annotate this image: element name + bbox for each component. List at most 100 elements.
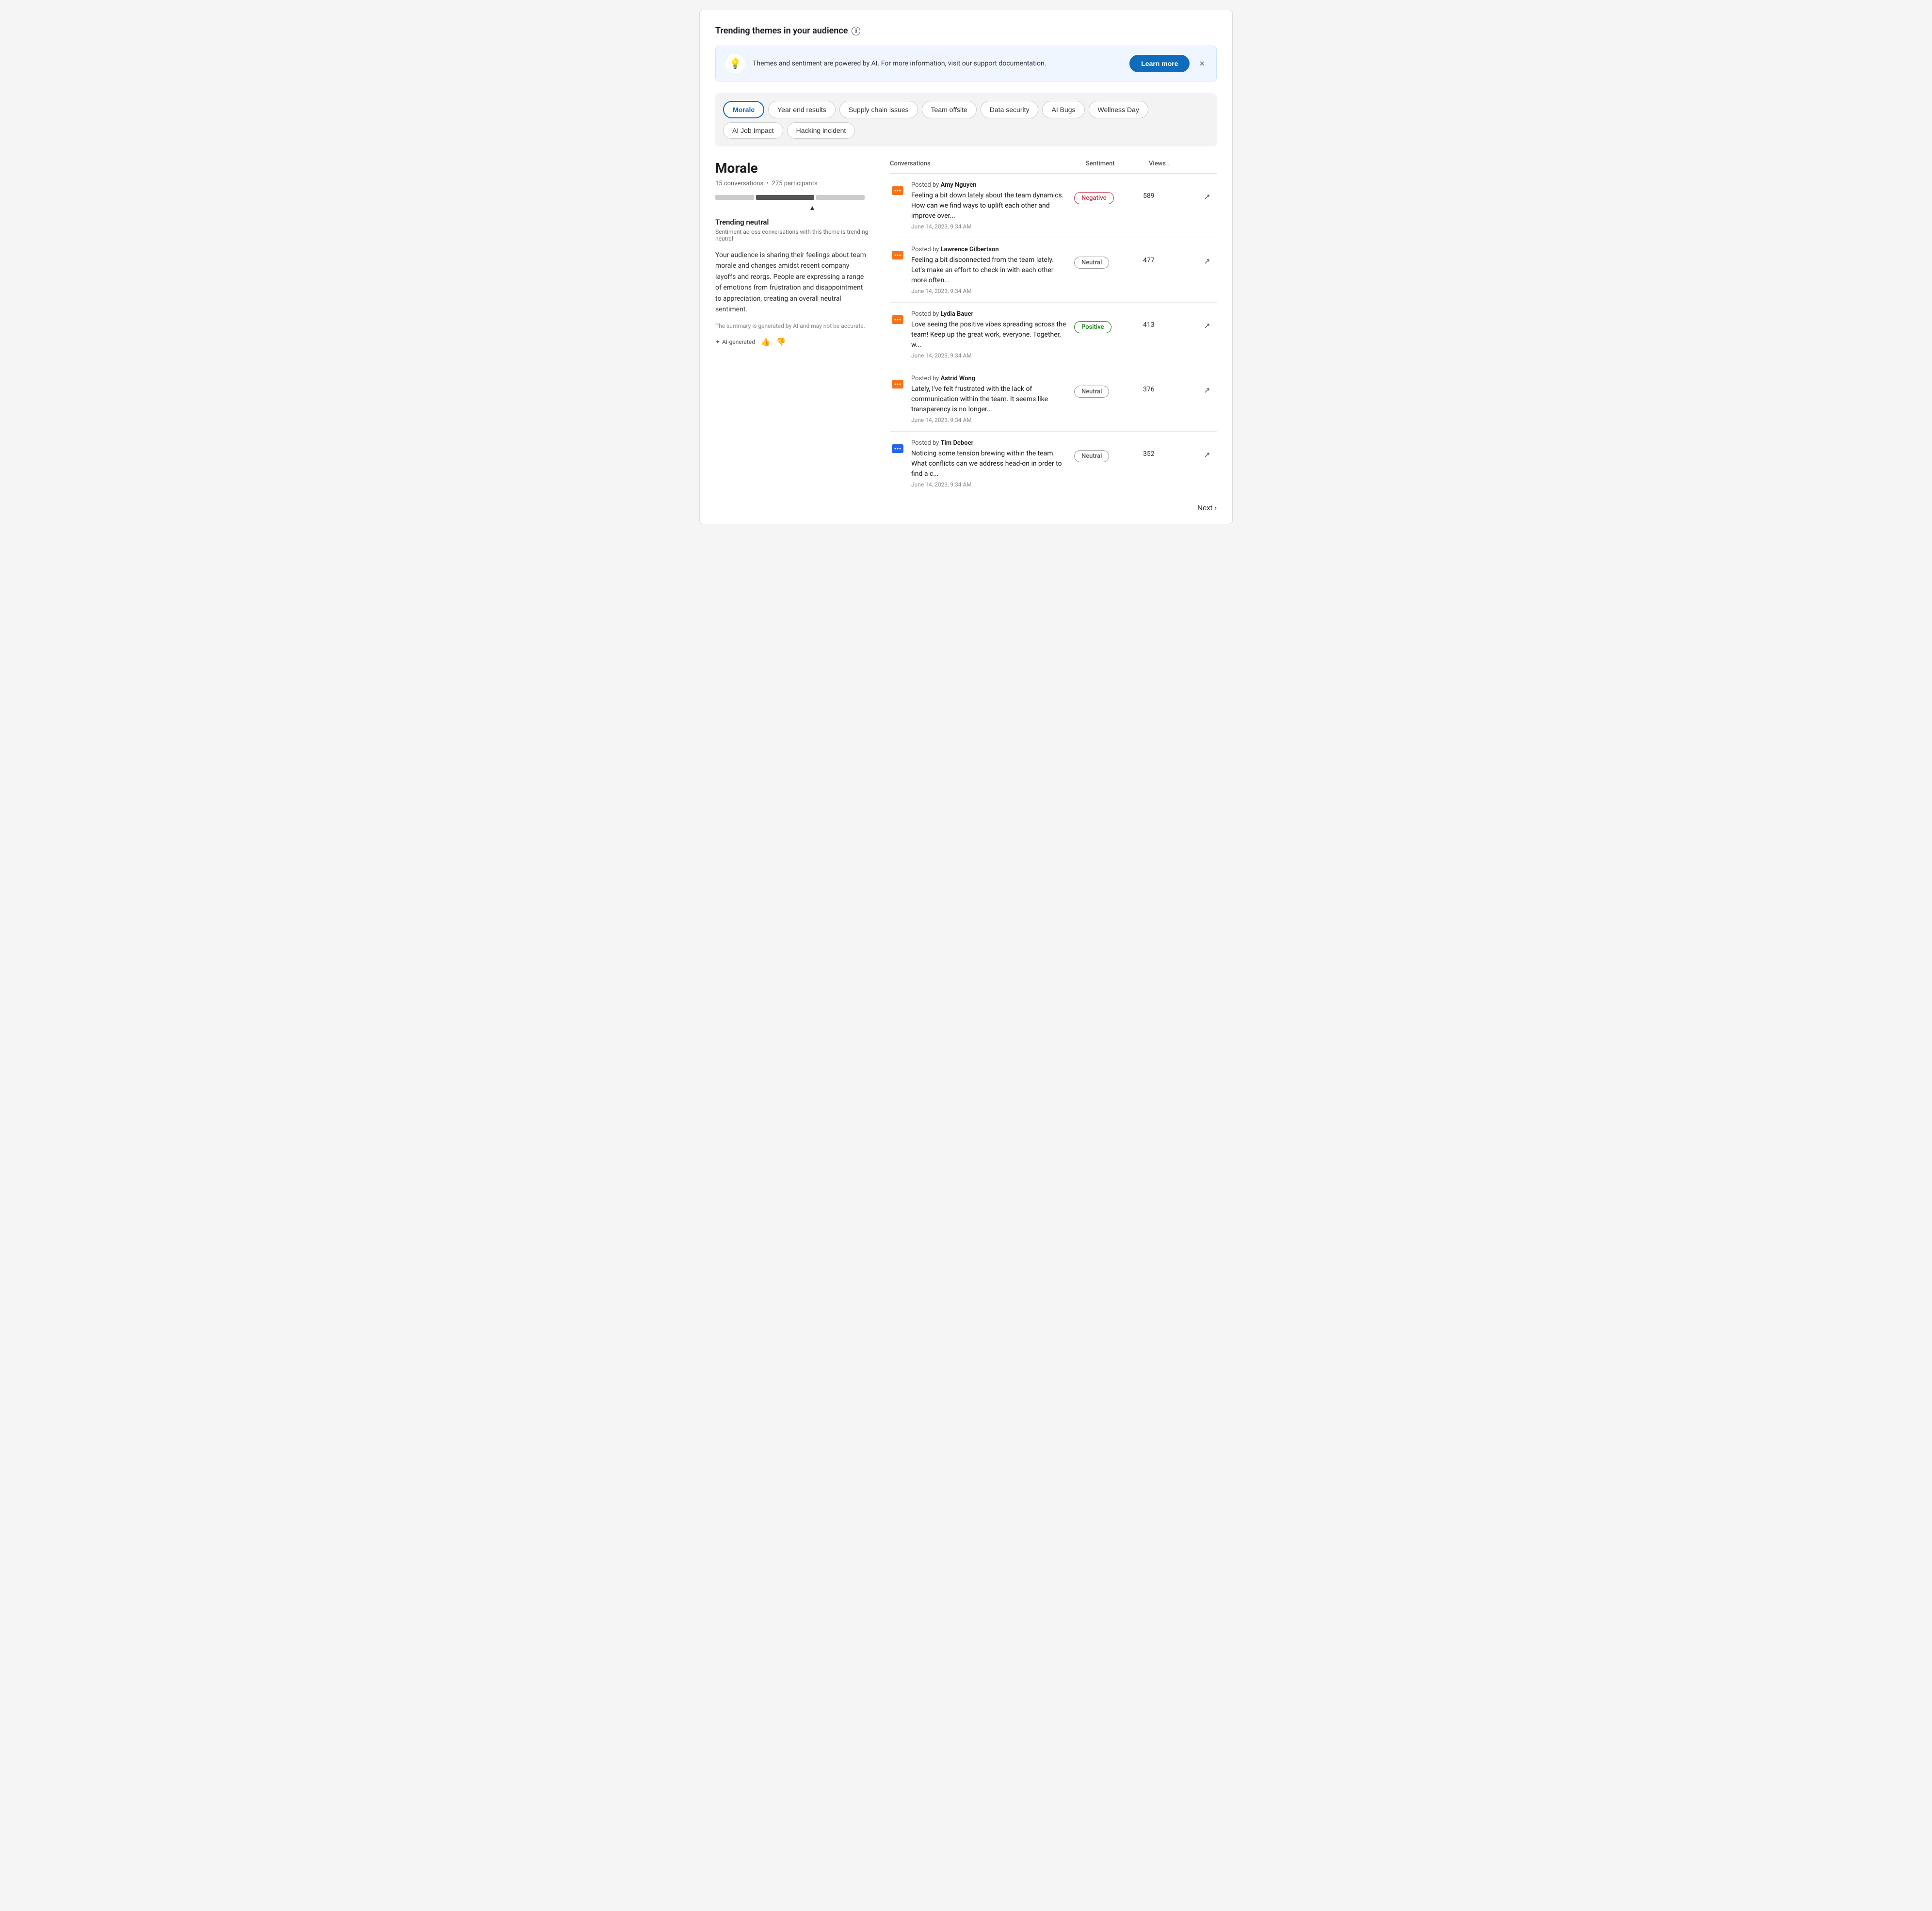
trending-sub: Sentiment across conversations with this… [715,228,870,242]
conv-content: Posted by Lydia Bauer Love seeing the po… [911,310,1068,359]
ai-banner: 💡 Themes and sentiment are powered by AI… [715,46,1217,81]
conv-content: Posted by Tim Deboer Noticing some tensi… [911,439,1068,488]
theme-tab-wellness-day[interactable]: Wellness Day [1089,101,1148,118]
theme-title: Morale [715,160,870,176]
conv-sentiment: Neutral [1074,246,1137,269]
bar-neutral [756,195,814,200]
conv-author: Posted by Tim Deboer [911,439,1068,447]
ai-banner-text: Themes and sentiment are powered by AI. … [753,60,1122,67]
col-conversations-header: Conversations [890,160,1086,167]
conv-action: ↗ [1197,439,1217,460]
conv-date: June 14, 2023, 9:34 AM [911,417,1068,423]
main-container: Trending themes in your audience ℹ 💡 The… [699,10,1233,524]
conversations-count: 15 conversations [715,180,763,187]
trend-button[interactable]: ↗ [1204,257,1210,266]
conv-author: Posted by Amy Nguyen [911,181,1068,189]
page-title-text: Trending themes in your audience [715,26,848,36]
conv-views: 376 [1143,375,1191,393]
conv-action: ↗ [1197,375,1217,395]
conv-content: Posted by Astrid Wong Lately, I've felt … [911,375,1068,423]
conv-action: ↗ [1197,310,1217,331]
theme-description: Your audience is sharing their feelings … [715,250,870,315]
conv-views: 352 [1143,439,1191,458]
bar-positive [816,195,865,200]
ai-banner-icon: 💡 [725,54,745,73]
chat-icon [890,312,905,328]
sentiment-badge-positive: Positive [1074,321,1111,333]
conv-views: 477 [1143,246,1191,264]
table-row: Posted by Astrid Wong Lately, I've felt … [890,367,1217,432]
theme-tab-supply-chain[interactable]: Supply chain issues [839,101,918,118]
conv-content: Posted by Amy Nguyen Feeling a bit down … [911,181,1068,230]
info-icon[interactable]: ℹ [852,27,860,35]
conv-author: Posted by Astrid Wong [911,375,1068,382]
ai-footer: ✦ AI-generated 👍 👎 [715,337,870,347]
trend-button[interactable]: ↗ [1204,386,1210,395]
col-sentiment-header: Sentiment [1086,160,1149,167]
themes-tabs: Morale Year end results Supply chain iss… [715,93,1217,146]
bar-indicator: ▲ [715,204,870,212]
conv-sentiment: Negative [1074,181,1137,204]
bar-negative [715,195,754,200]
conv-action: ↗ [1197,181,1217,202]
next-arrow-icon: › [1214,504,1217,512]
theme-tab-data-security[interactable]: Data security [981,101,1039,118]
conv-author: Posted by Lydia Bauer [911,310,1068,318]
right-panel: Conversations Sentiment Views ↓ [890,160,1217,512]
thumbs-down-button[interactable]: 👎 [776,337,786,347]
chat-icon [890,441,905,457]
table-row: Posted by Amy Nguyen Feeling a bit down … [890,174,1217,238]
ai-generated-label: ✦ AI-generated [715,339,755,345]
theme-tab-ai-job-impact[interactable]: AI Job Impact [723,122,783,139]
col-views-header[interactable]: Views ↓ [1149,160,1197,167]
conv-author: Posted by Lawrence Gilbertson [911,246,1068,253]
sort-arrow-icon: ↓ [1168,161,1171,167]
table-row: Posted by Tim Deboer Noticing some tensi… [890,432,1217,496]
lightbulb-icon: 💡 [729,58,741,69]
next-label: Next [1197,504,1212,512]
trend-button[interactable]: ↗ [1204,450,1210,460]
chat-icon [890,248,905,263]
conv-date: June 14, 2023, 9:34 AM [911,481,1068,488]
triangle-icon: ▲ [809,204,816,212]
conv-content: Posted by Lawrence Gilbertson Feeling a … [911,246,1068,294]
sentiment-badge-neutral: Neutral [1074,450,1109,462]
conv-date: June 14, 2023, 9:34 AM [911,288,1068,294]
table-row: Posted by Lydia Bauer Love seeing the po… [890,303,1217,367]
theme-tab-year-end[interactable]: Year end results [768,101,836,118]
conv-sentiment: Positive [1074,310,1137,333]
conv-sentiment: Neutral [1074,439,1137,462]
table-header: Conversations Sentiment Views ↓ [890,160,1217,174]
chat-icon [890,377,905,392]
conv-text: Love seeing the positive vibes spreading… [911,320,1068,350]
conv-action: ↗ [1197,246,1217,266]
left-panel: Morale 15 conversations • 275 participan… [715,160,870,512]
theme-tab-team-offsite[interactable]: Team offsite [922,101,977,118]
next-button[interactable]: Next › [1197,504,1217,512]
close-banner-button[interactable]: × [1197,57,1207,71]
pagination: Next › [890,504,1217,512]
sentiment-bar [715,195,870,200]
sentiment-badge-neutral: Neutral [1074,386,1109,398]
participants-count: 275 participants [772,180,818,187]
sparkle-icon: ✦ [715,339,720,345]
page-title: Trending themes in your audience ℹ [715,26,1217,36]
trend-button[interactable]: ↗ [1204,321,1210,331]
conv-text: Lately, I've felt frustrated with the la… [911,384,1068,415]
trend-button[interactable]: ↗ [1204,192,1210,202]
learn-more-button[interactable]: Learn more [1129,55,1190,72]
conv-views: 413 [1143,310,1191,329]
conv-date: June 14, 2023, 9:34 AM [911,223,1068,230]
table-row: Posted by Lawrence Gilbertson Feeling a … [890,238,1217,303]
main-content: Morale 15 conversations • 275 participan… [715,160,1217,512]
theme-tab-hacking-incident[interactable]: Hacking incident [787,122,855,139]
conv-date: June 14, 2023, 9:34 AM [911,352,1068,359]
sentiment-badge-negative: Negative [1074,192,1114,204]
sentiment-badge-neutral: Neutral [1074,257,1109,269]
theme-tab-ai-bugs[interactable]: AI Bugs [1042,101,1084,118]
conv-text: Feeling a bit down lately about the team… [911,191,1068,221]
thumbs-up-button[interactable]: 👍 [761,337,771,347]
theme-tab-morale[interactable]: Morale [723,101,764,118]
chat-icon [890,183,905,199]
theme-meta: 15 conversations • 275 participants [715,180,870,187]
